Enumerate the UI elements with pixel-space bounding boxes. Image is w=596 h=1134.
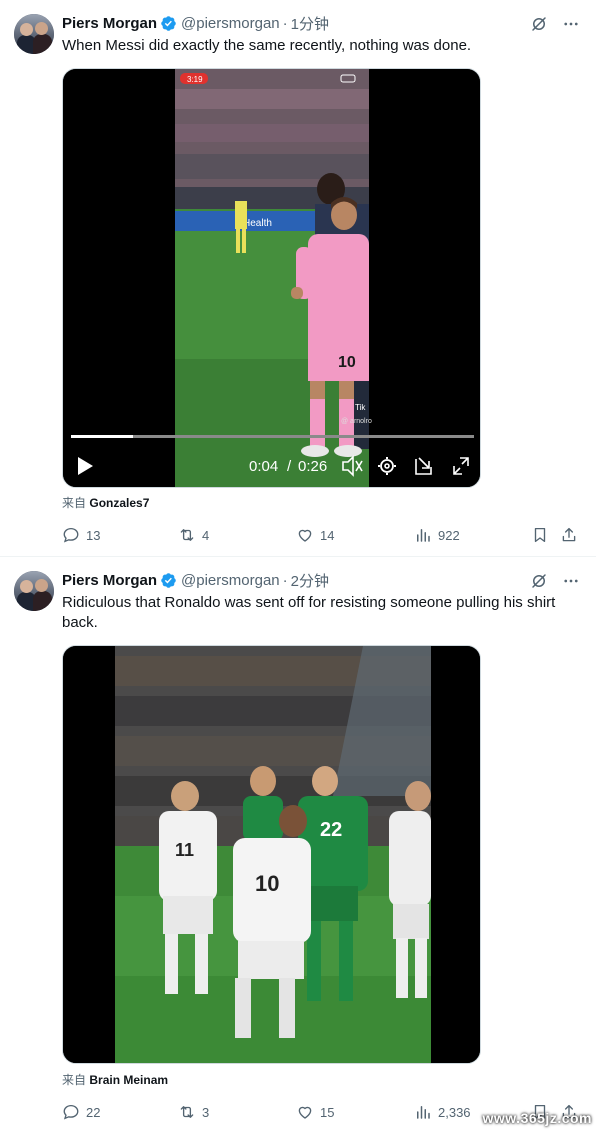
repost-button[interactable]: 3 (178, 1102, 209, 1122)
tweet-text: Ridiculous that Ronaldo was sent off for… (62, 594, 556, 631)
share-icon (562, 527, 576, 542)
video-clip: 11 22 10 (115, 646, 431, 1063)
jersey-number-22: 22 (320, 819, 342, 841)
like-button[interactable]: 15 (296, 1102, 334, 1122)
video-player[interactable]: 11 22 10 (62, 645, 481, 1064)
author-handle[interactable]: @piersmorgan (181, 15, 280, 32)
repost-count: 4 (202, 527, 210, 543)
bookmark-icon (534, 527, 546, 543)
video-duration: 0:26 (298, 458, 327, 475)
status-bar-time: 3:19 (187, 75, 203, 84)
timestamp[interactable]: 1分钟 (291, 13, 329, 34)
tweet-2[interactable]: Piers Morgan @piersmorgan · 2分钟 Ridiculo… (0, 557, 596, 1134)
bookmark-button[interactable] (531, 525, 549, 545)
reply-button[interactable]: 22 (62, 1102, 100, 1122)
views-chart-icon (417, 1106, 430, 1119)
via-source[interactable]: Gonzales7 (89, 496, 149, 510)
views-count: 922 (438, 527, 460, 543)
reply-icon (63, 527, 79, 543)
verified-badge-icon (161, 572, 176, 588)
tiktok-overlay: Tik (355, 403, 366, 412)
grok-icon[interactable] (530, 572, 548, 590)
ad-board-text: Health (243, 218, 272, 229)
avatar[interactable] (14, 14, 54, 54)
tweet-header: Piers Morgan @piersmorgan · 1分钟 (62, 13, 329, 33)
timestamp[interactable]: 2分钟 (291, 570, 329, 591)
repost-icon (180, 1106, 194, 1118)
reply-icon (63, 1104, 79, 1120)
reply-button[interactable]: 13 (62, 525, 100, 545)
views-chart-icon (417, 529, 430, 542)
avatar[interactable] (14, 571, 54, 611)
repost-button[interactable]: 4 (178, 525, 209, 545)
reply-count: 22 (86, 1104, 101, 1120)
like-count: 15 (320, 1104, 335, 1120)
views-button[interactable]: 2,336 (414, 1102, 471, 1122)
jersey-number-11: 11 (175, 840, 194, 860)
heart-icon (298, 1106, 312, 1119)
video-frame: Health 3:19 10 Tik @ arnolro 0:04 / 0:26 (63, 69, 480, 487)
views-count: 2,336 (438, 1104, 471, 1120)
video-current-time: 0:04 (249, 458, 278, 475)
video-frame: 11 22 10 (63, 646, 480, 1063)
heart-icon (298, 529, 312, 542)
jersey-number: 10 (338, 354, 356, 371)
video-player[interactable]: Health 3:19 10 Tik @ arnolro 0:04 / 0:26 (62, 68, 481, 488)
like-button[interactable]: 14 (296, 525, 334, 545)
share-button[interactable] (560, 525, 578, 545)
repost-count: 3 (202, 1104, 210, 1120)
separator-dot: · (282, 14, 288, 32)
via-attribution: 来自 Gonzales7 (62, 495, 149, 511)
via-source[interactable]: Brain Meinam (89, 1073, 168, 1087)
more-options-icon[interactable] (562, 15, 580, 33)
via-attribution: 来自 Brain Meinam (62, 1072, 168, 1088)
tweet-header: Piers Morgan @piersmorgan · 2分钟 (62, 570, 329, 590)
progress-fill (71, 435, 133, 438)
tiktok-handle: @ arnolro (341, 418, 372, 425)
tweet-header-actions (530, 571, 580, 591)
tweet-text: When Messi did exactly the same recently… (62, 37, 472, 54)
tweet-1[interactable]: Piers Morgan @piersmorgan · 1分钟 When Mes… (0, 0, 596, 557)
author-handle[interactable]: @piersmorgan (181, 572, 280, 589)
video-clip: Health 3:19 10 Tik @ arnolro (175, 69, 372, 487)
via-prefix: 来自 (62, 1073, 87, 1087)
site-watermark: www.365jz.com (482, 1110, 592, 1126)
tweet-header-actions (530, 14, 580, 34)
via-prefix: 来自 (62, 496, 87, 510)
views-button[interactable]: 922 (414, 525, 460, 545)
author-name[interactable]: Piers Morgan (62, 572, 157, 589)
author-name[interactable]: Piers Morgan (62, 15, 157, 32)
jersey-number-10: 10 (255, 871, 279, 896)
more-options-icon[interactable] (562, 572, 580, 590)
repost-icon (180, 529, 194, 541)
like-count: 14 (320, 527, 335, 543)
verified-badge-icon (161, 15, 176, 31)
grok-icon[interactable] (530, 15, 548, 33)
tweet-actions: 13 4 14 922 (62, 525, 582, 545)
separator-dot: · (282, 571, 288, 589)
reply-count: 13 (86, 527, 101, 543)
